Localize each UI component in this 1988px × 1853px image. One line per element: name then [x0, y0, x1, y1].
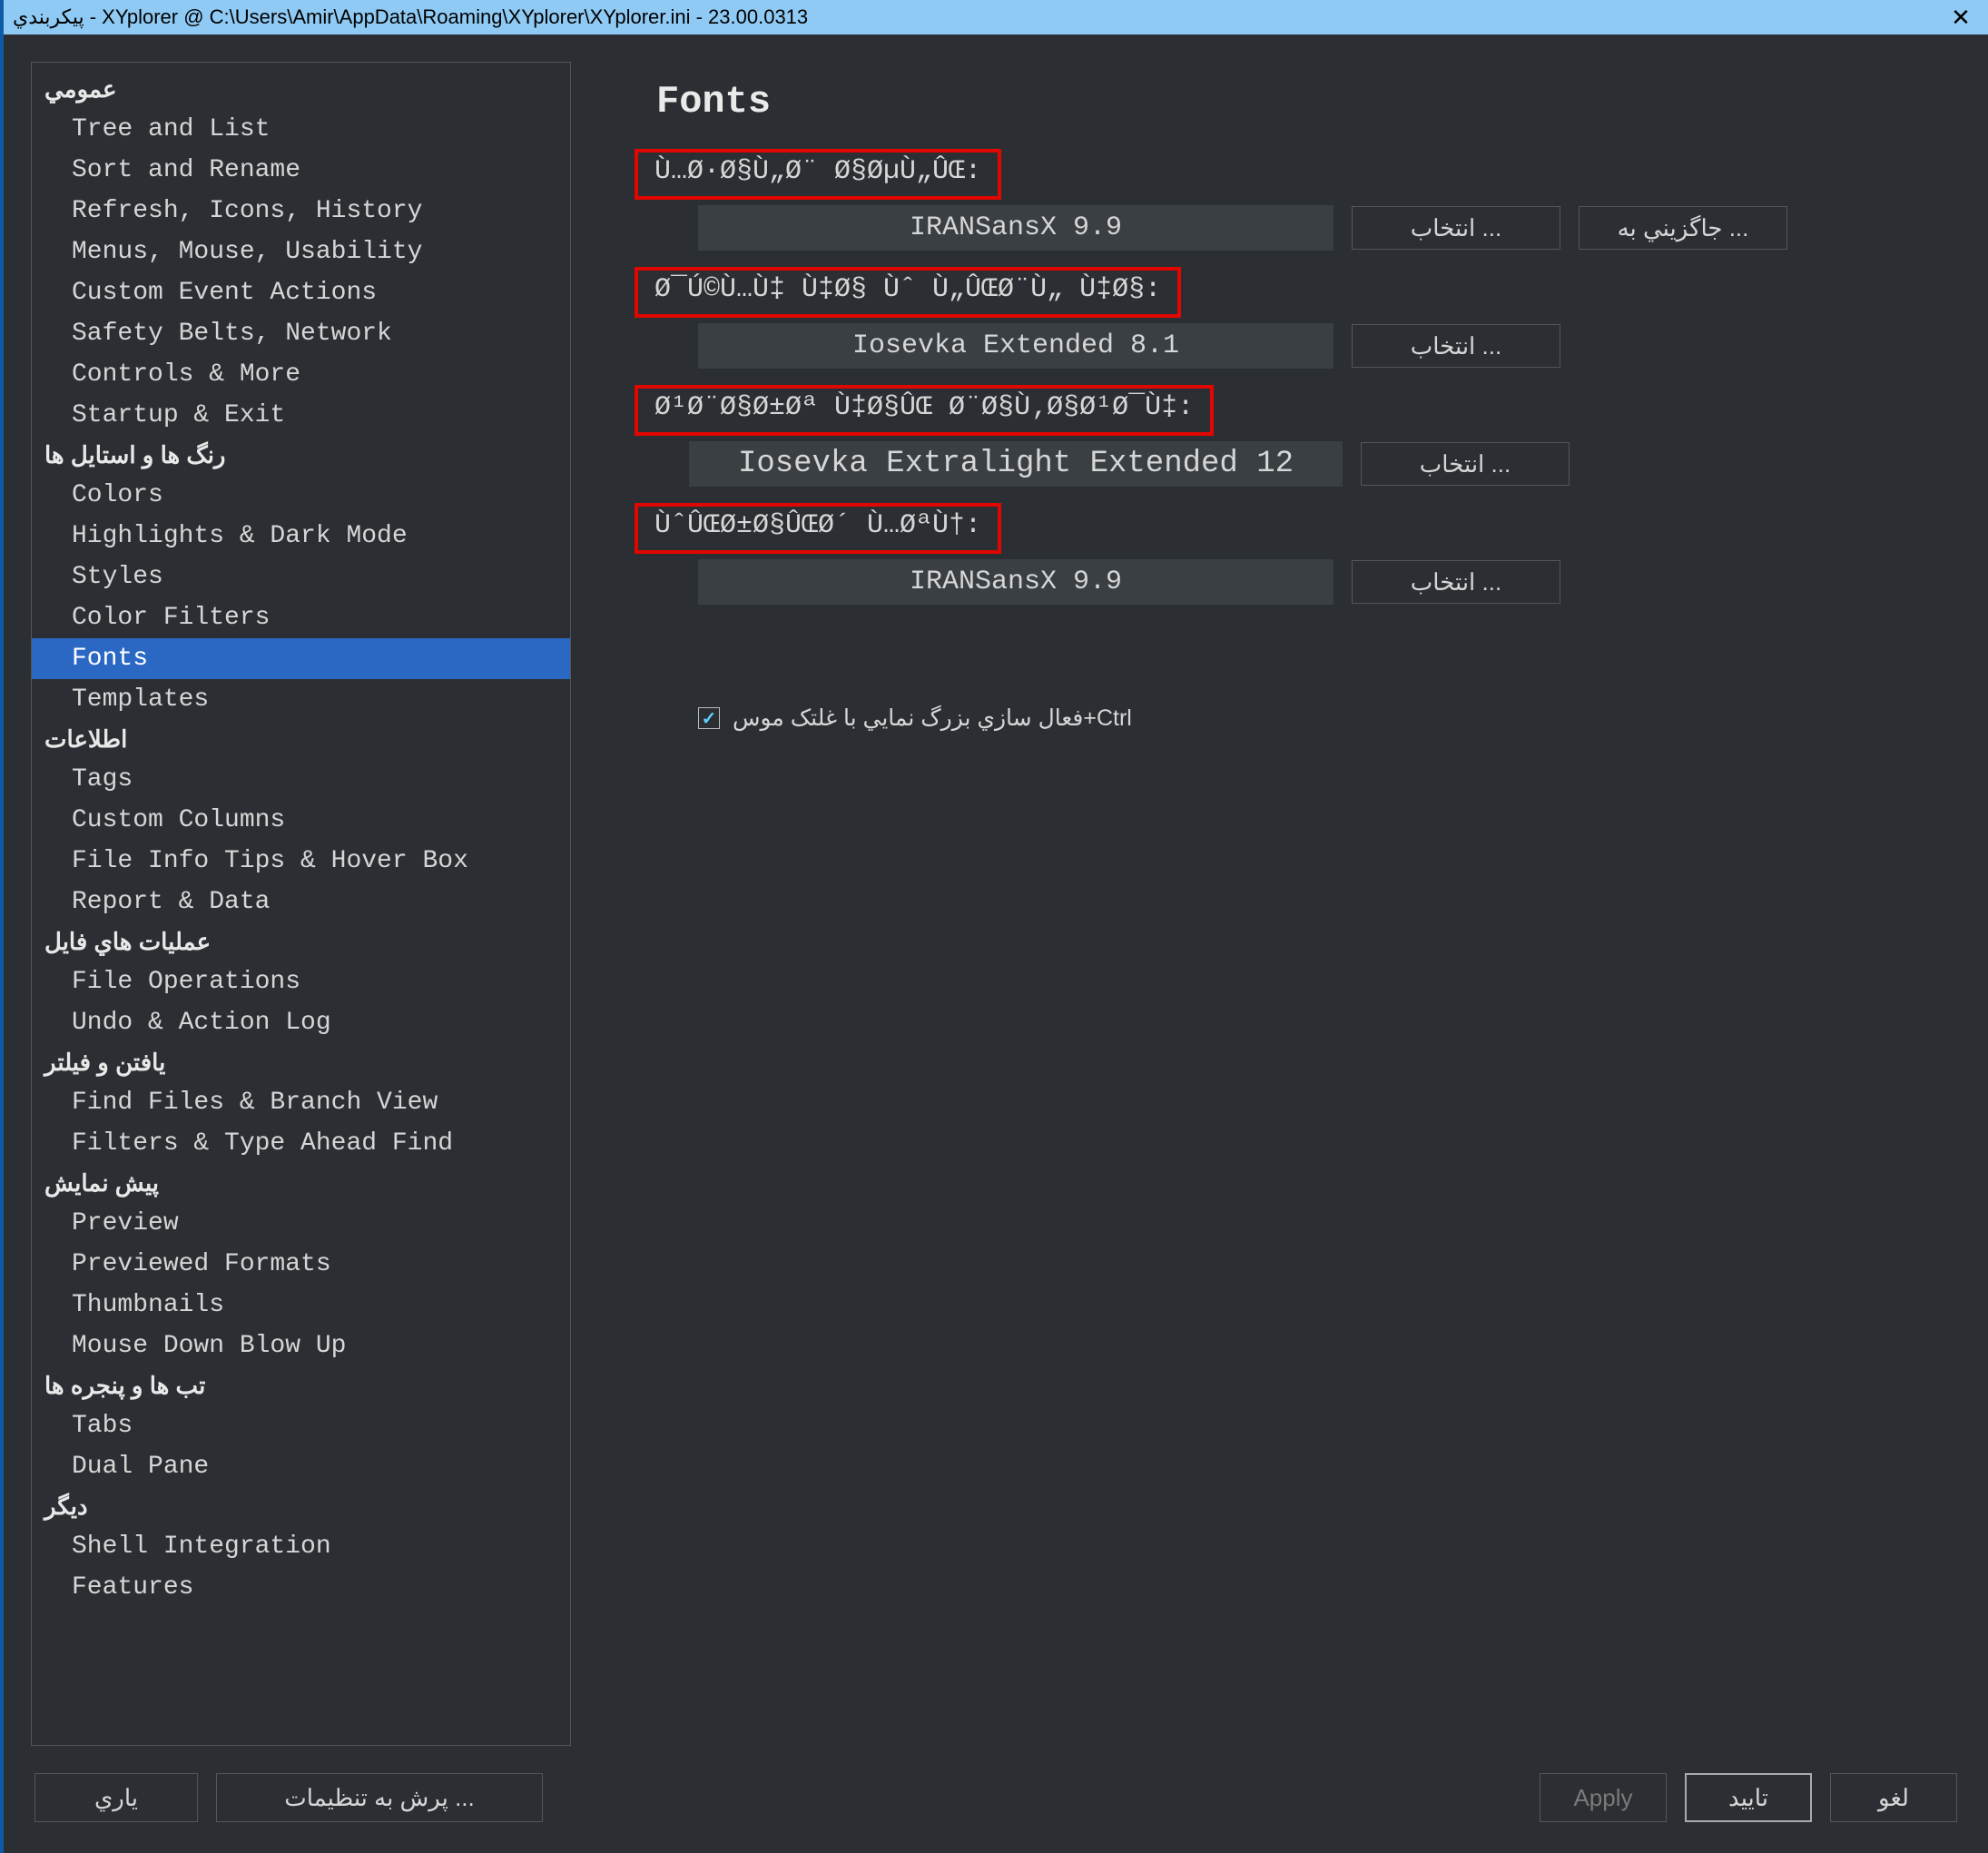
sidebar-item[interactable]: Custom Columns — [32, 800, 570, 841]
sidebar-item[interactable]: Tabs — [32, 1405, 570, 1446]
font-value: IRANSansX 9.9 — [698, 559, 1334, 605]
page-title: Fonts — [656, 80, 1924, 123]
font-setting-label: Ø¹Ø¨Ø§Ø±Øª Ù‡Ø§ÛŒ Ø¨Ø§Ù‚Ø§Ø¹Ø¯Ù‡: — [635, 385, 1214, 436]
sidebar-item[interactable]: File Info Tips & Hover Box — [32, 841, 570, 882]
font-setting-label: ÙˆÛŒØ±Ø§ÛŒØ´ Ù…ØªÙ†: — [635, 503, 1001, 554]
sidebar-section-header: تب ها و پنجره ها — [32, 1366, 570, 1405]
sidebar-section-header: ديگر — [32, 1487, 570, 1526]
font-value: IRANSansX 9.9 — [698, 205, 1334, 251]
close-icon[interactable]: ✕ — [1943, 4, 1979, 32]
select-font-button[interactable]: انتخاب ... — [1352, 560, 1560, 604]
cancel-button[interactable]: لغو — [1830, 1773, 1957, 1822]
main-panel: Fonts Ù…Ø·Ø§Ù„Ø¨ Ø§ØµÙ„ÛŒ: IRANSansX 9.9 ا… — [598, 62, 1961, 1746]
apply-button[interactable]: Apply — [1540, 1773, 1667, 1822]
sidebar-item[interactable]: Preview — [32, 1203, 570, 1244]
sidebar-item[interactable]: Find Files & Branch View — [32, 1082, 570, 1123]
sidebar-section-header: رنگ ها و استایل ها — [32, 436, 570, 475]
sidebar-item[interactable]: Menus, Mouse, Usability — [32, 232, 570, 272]
font-setting-row: IRANSansX 9.9 انتخاب ... — [635, 559, 1924, 605]
sidebar-section-header: اطلاعات — [32, 720, 570, 759]
footer: ياري پرش به تنظيمات ... Apply تاييد لغو — [4, 1755, 1988, 1853]
app-window: پيکربندي - XYplorer @ C:\Users\Amir\AppD… — [0, 0, 1988, 1853]
sidebar-item[interactable]: Templates — [32, 679, 570, 720]
sidebar-item[interactable]: Custom Event Actions — [32, 272, 570, 313]
sidebar-section-header: پيش نمايش — [32, 1164, 570, 1203]
sidebar-item[interactable]: Dual Pane — [32, 1446, 570, 1487]
select-font-button[interactable]: انتخاب ... — [1361, 442, 1570, 486]
help-button[interactable]: ياري — [34, 1773, 198, 1822]
sidebar-section-header: عمومي — [32, 70, 570, 109]
font-setting-row: Iosevka Extralight Extended 12 انتخاب ... — [635, 441, 1924, 487]
sidebar-item[interactable]: Mouse Down Blow Up — [32, 1326, 570, 1366]
select-font-button[interactable]: انتخاب ... — [1352, 324, 1560, 368]
sidebar-item[interactable]: Sort and Rename — [32, 150, 570, 191]
sidebar-item[interactable]: Report & Data — [32, 882, 570, 922]
sidebar-item[interactable]: Features — [32, 1567, 570, 1608]
sidebar-item[interactable]: Controls & More — [32, 354, 570, 395]
font-setting-label: Ù…Ø·Ø§Ù„Ø¨ Ø§ØµÙ„ÛŒ: — [635, 149, 1001, 200]
sidebar-item[interactable]: Colors — [32, 475, 570, 516]
sidebar-item[interactable]: Shell Integration — [32, 1526, 570, 1567]
titlebar: پيکربندي - XYplorer @ C:\Users\Amir\AppD… — [4, 0, 1988, 34]
sidebar-item[interactable]: Filters & Type Ahead Find — [32, 1123, 570, 1164]
window-title: پيکربندي - XYplorer @ C:\Users\Amir\AppD… — [13, 5, 1943, 29]
sidebar-section-header: يافتن و فيلتر — [32, 1043, 570, 1082]
select-font-button[interactable]: انتخاب ... — [1352, 206, 1560, 250]
replace-with-button[interactable]: جاگزيني به ... — [1579, 206, 1787, 250]
sidebar-item[interactable]: Refresh, Icons, History — [32, 191, 570, 232]
font-value: Iosevka Extralight Extended 12 — [689, 441, 1343, 487]
sidebar-item[interactable]: Fonts — [32, 638, 570, 679]
content-area: عموميTree and ListSort and RenameRefresh… — [4, 34, 1988, 1755]
enable-zoom-checkbox-row[interactable]: ✓ فعال سازي بزرگ نمايي با غلتک موس+Ctrl — [698, 705, 1924, 732]
checkbox-icon[interactable]: ✓ — [698, 707, 720, 729]
sidebar-item[interactable]: Safety Belts, Network — [32, 313, 570, 354]
sidebar-item[interactable]: Styles — [32, 557, 570, 597]
sidebar-item[interactable]: Tree and List — [32, 109, 570, 150]
sidebar[interactable]: عموميTree and ListSort and RenameRefresh… — [31, 62, 571, 1746]
sidebar-item[interactable]: Highlights & Dark Mode — [32, 516, 570, 557]
sidebar-item[interactable]: Thumbnails — [32, 1285, 570, 1326]
sidebar-item[interactable]: File Operations — [32, 961, 570, 1002]
font-value: Iosevka Extended 8.1 — [698, 323, 1334, 369]
ok-button[interactable]: تاييد — [1685, 1773, 1812, 1822]
jump-to-settings-button[interactable]: پرش به تنظيمات ... — [216, 1773, 543, 1822]
sidebar-item[interactable]: Previewed Formats — [32, 1244, 570, 1285]
font-setting-row: IRANSansX 9.9 انتخاب ... جاگزيني به ... — [635, 205, 1924, 251]
font-setting-row: Iosevka Extended 8.1 انتخاب ... — [635, 323, 1924, 369]
sidebar-section-header: عمليات هاي فايل — [32, 922, 570, 961]
sidebar-item[interactable]: Undo & Action Log — [32, 1002, 570, 1043]
sidebar-item[interactable]: Color Filters — [32, 597, 570, 638]
checkbox-label: فعال سازي بزرگ نمايي با غلتک موس+Ctrl — [733, 705, 1132, 732]
sidebar-item[interactable]: Tags — [32, 759, 570, 800]
font-setting-label: Ø¯Ú©Ù…Ù‡ Ù‡Ø§ Ùˆ Ù„ÛŒØ¨Ù„ Ù‡Ø§: — [635, 267, 1181, 318]
sidebar-item[interactable]: Startup & Exit — [32, 395, 570, 436]
